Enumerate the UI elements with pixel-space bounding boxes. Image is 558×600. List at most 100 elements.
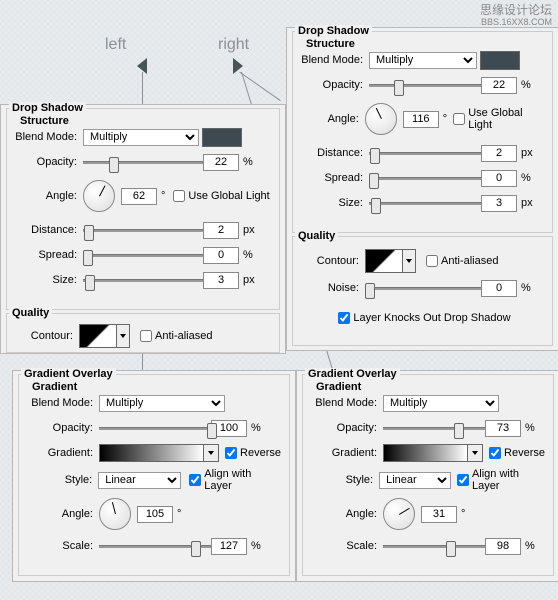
reverse-label: Reverse xyxy=(240,447,281,459)
scale-input[interactable] xyxy=(211,538,247,555)
blend-mode-select[interactable]: Multiply xyxy=(83,129,199,146)
align-label: Align with Layer xyxy=(472,468,545,492)
size-slider[interactable] xyxy=(83,272,203,288)
gradient-picker[interactable] xyxy=(99,444,204,462)
reverse-checkbox[interactable] xyxy=(225,447,237,459)
opacity-input[interactable] xyxy=(481,77,517,94)
opacity-input[interactable] xyxy=(203,154,239,171)
angle-label: Angle: xyxy=(27,508,99,520)
opacity-slider[interactable] xyxy=(83,154,203,170)
angle-input[interactable] xyxy=(121,188,157,205)
scale-slider[interactable] xyxy=(99,538,211,554)
align-checkbox[interactable] xyxy=(457,474,469,486)
noise-input[interactable] xyxy=(481,280,517,297)
opacity-slider[interactable] xyxy=(383,420,485,436)
contour-picker[interactable] xyxy=(79,324,117,348)
style-label: Style: xyxy=(27,474,98,486)
antialiased-checkbox[interactable] xyxy=(140,330,152,342)
blend-mode-select[interactable]: Multiply xyxy=(383,395,499,412)
left-label: left xyxy=(105,36,126,54)
angle-input[interactable] xyxy=(137,506,173,523)
angle-dial[interactable] xyxy=(99,498,131,530)
spread-input[interactable] xyxy=(481,170,517,187)
right-gradient-overlay-panel: Gradient Overlay Gradient Blend Mode:Mul… xyxy=(296,370,558,582)
left-drop-shadow-panel: Drop Shadow Structure Blend Mode:Multipl… xyxy=(0,104,286,354)
quality-label: Quality xyxy=(9,307,52,319)
scale-input[interactable] xyxy=(485,538,521,555)
angle-dial[interactable] xyxy=(83,180,115,212)
contour-dropdown[interactable] xyxy=(117,324,130,348)
distance-label: Distance: xyxy=(301,147,369,159)
angle-label: Angle: xyxy=(301,113,365,125)
opacity-input[interactable] xyxy=(485,420,521,437)
gradient-section-label: Gradient xyxy=(313,381,364,393)
size-label: Size: xyxy=(15,274,83,286)
size-input[interactable] xyxy=(481,195,517,212)
blend-mode-select[interactable]: Multiply xyxy=(369,52,477,69)
gradient-section-label: Gradient xyxy=(29,381,80,393)
distance-slider[interactable] xyxy=(369,145,481,161)
spread-slider[interactable] xyxy=(83,247,203,263)
gradient-dropdown[interactable] xyxy=(204,444,219,462)
spread-label: Spread: xyxy=(15,249,83,261)
blend-mode-label: Blend Mode: xyxy=(15,131,83,143)
noise-slider[interactable] xyxy=(365,280,481,296)
reverse-label: Reverse xyxy=(504,447,545,459)
contour-picker[interactable] xyxy=(365,249,403,273)
scale-slider[interactable] xyxy=(383,538,485,554)
structure-label: Structure xyxy=(303,38,358,50)
knockout-label: Layer Knocks Out Drop Shadow xyxy=(353,312,510,324)
blend-mode-select[interactable]: Multiply xyxy=(99,395,225,412)
section-title: Drop Shadow xyxy=(295,25,372,37)
right-drop-shadow-panel: Drop Shadow Structure Blend Mode:Multipl… xyxy=(286,27,558,351)
angle-dial[interactable] xyxy=(383,498,415,530)
knockout-checkbox[interactable] xyxy=(338,312,350,324)
opacity-slider[interactable] xyxy=(369,77,481,93)
contour-dropdown[interactable] xyxy=(403,249,416,273)
antialiased-label: Anti-aliased xyxy=(155,330,212,342)
distance-input[interactable] xyxy=(481,145,517,162)
structure-label: Structure xyxy=(17,115,72,127)
spread-slider[interactable] xyxy=(369,170,481,186)
spread-input[interactable] xyxy=(203,247,239,264)
style-select[interactable]: Linear xyxy=(98,472,181,489)
distance-label: Distance: xyxy=(15,224,83,236)
angle-input[interactable] xyxy=(421,506,457,523)
blend-mode-label: Blend Mode: xyxy=(311,397,383,409)
antialiased-checkbox[interactable] xyxy=(426,255,438,267)
opacity-label: Opacity: xyxy=(15,156,83,168)
gradient-dropdown[interactable] xyxy=(468,444,483,462)
gradient-picker[interactable] xyxy=(383,444,468,462)
global-light-label: Use Global Light xyxy=(188,190,269,202)
reverse-checkbox[interactable] xyxy=(489,447,501,459)
angle-label: Angle: xyxy=(15,190,83,202)
noise-label: Noise: xyxy=(301,282,365,294)
global-light-checkbox[interactable] xyxy=(173,190,185,202)
right-label: right xyxy=(218,36,249,54)
angle-input[interactable] xyxy=(403,111,439,128)
angle-label: Angle: xyxy=(311,508,383,520)
color-swatch[interactable] xyxy=(202,128,242,147)
opacity-slider[interactable] xyxy=(99,420,211,436)
left-gradient-overlay-panel: Gradient Overlay Gradient Blend Mode:Mul… xyxy=(12,370,296,582)
align-checkbox[interactable] xyxy=(189,474,201,486)
section-title: Gradient Overlay xyxy=(21,368,116,380)
size-slider[interactable] xyxy=(369,195,481,211)
distance-input[interactable] xyxy=(203,222,239,239)
opacity-label: Opacity: xyxy=(27,422,99,434)
color-swatch[interactable] xyxy=(480,51,520,70)
angle-dial[interactable] xyxy=(365,103,397,135)
section-title: Gradient Overlay xyxy=(305,368,400,380)
quality-label: Quality xyxy=(295,230,338,242)
gradient-label: Gradient: xyxy=(27,447,99,459)
antialiased-label: Anti-aliased xyxy=(441,255,498,267)
spread-label: Spread: xyxy=(301,172,369,184)
align-label: Align with Layer xyxy=(204,468,281,492)
global-light-checkbox[interactable] xyxy=(453,113,465,125)
style-select[interactable]: Linear xyxy=(379,472,451,489)
contour-label: Contour: xyxy=(301,255,365,267)
scale-label: Scale: xyxy=(27,540,99,552)
distance-slider[interactable] xyxy=(83,222,203,238)
size-input[interactable] xyxy=(203,272,239,289)
gradient-label: Gradient: xyxy=(311,447,383,459)
